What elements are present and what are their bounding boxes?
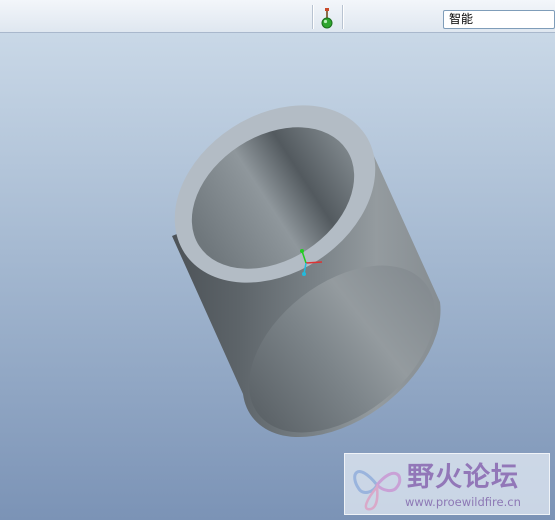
watermark-url: www.proewildfire.cn: [405, 495, 521, 509]
watermark-title: 野火论坛: [407, 462, 519, 493]
model-canvas: [172, 105, 441, 438]
toolbar: 智能: [0, 0, 555, 33]
butterfly-logo-icon: [353, 470, 402, 511]
graphics-viewport[interactable]: 野火论坛 www.proewildfire.cn: [0, 33, 555, 520]
selection-filter-dropdown[interactable]: 智能: [443, 10, 555, 29]
watermark: 野火论坛 www.proewildfire.cn: [344, 453, 550, 515]
toolbar-separator: [342, 5, 343, 29]
datum-display-toggle-icon[interactable]: [318, 6, 336, 30]
toolbar-separator: [312, 5, 313, 29]
